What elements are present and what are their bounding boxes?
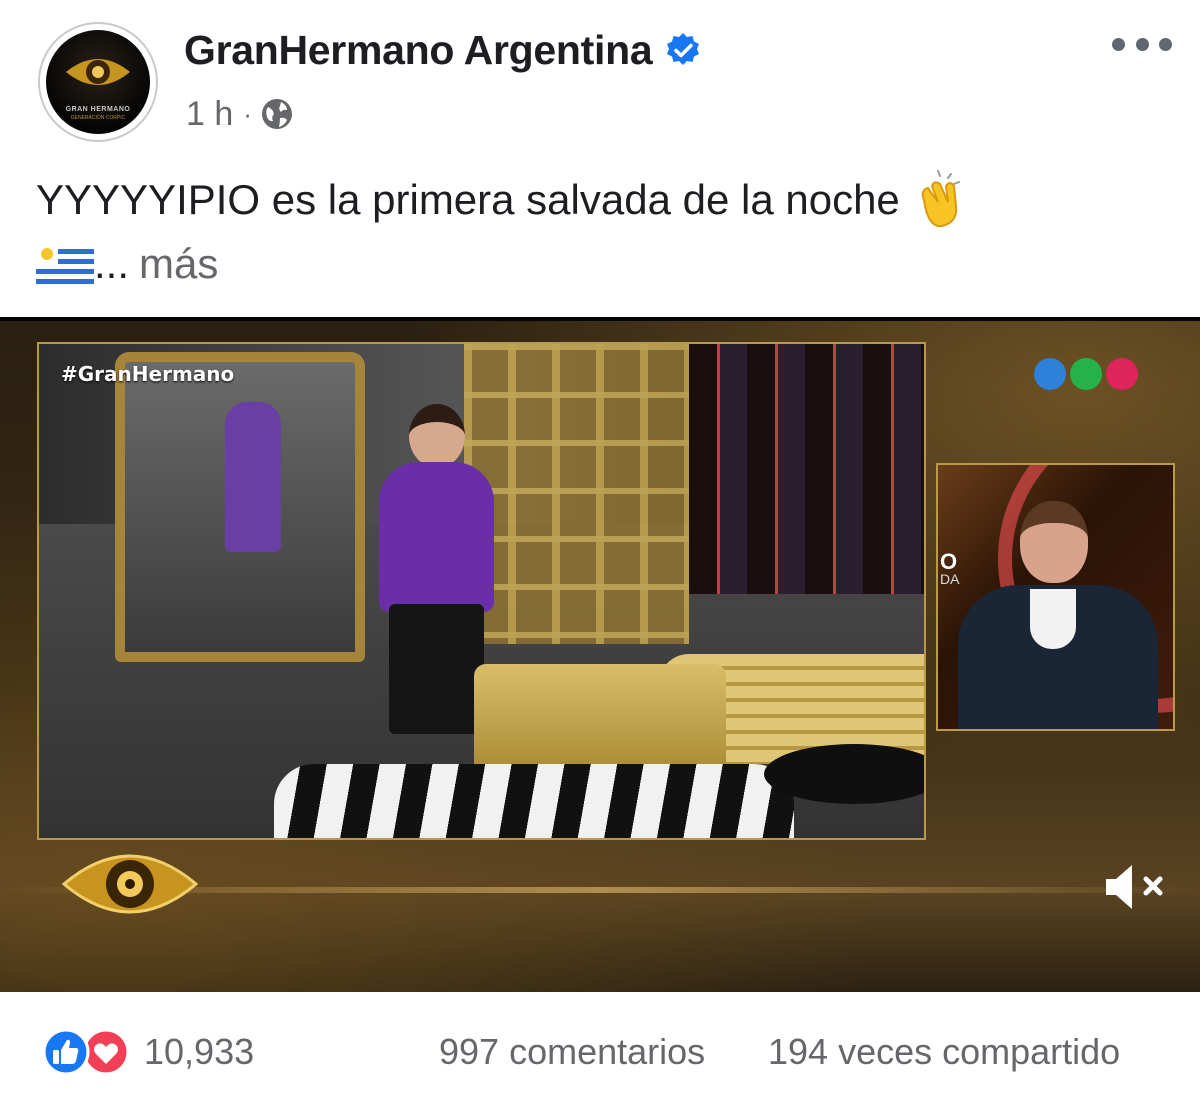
verified-badge-icon [667,33,700,65]
avatar-caption: GRAN HERMANO [65,106,131,113]
reactions-summary[interactable]: 10,933 [42,1028,254,1076]
post-text-line1: YYYYYIPIO es la primera salvada de la no… [36,176,900,223]
clapping-hands-icon [921,170,960,228]
comments-count[interactable]: 997 comentarios [439,1028,705,1076]
main-camera-frame: #GranHermano [37,342,926,840]
post-meta: 1 h · [186,92,294,136]
post-text: YYYYYIPIO es la primera salvada de la no… [36,168,1166,296]
more-dot [1135,37,1149,51]
contestant-legs [389,604,484,734]
host-shirt [1030,589,1076,649]
scene-rug [274,764,794,838]
eye-logo-icon [66,59,130,85]
like-reaction-icon [42,1028,90,1076]
post-time[interactable]: 1 h [186,95,233,134]
side-caption-2: DA [940,571,960,587]
mirror-reflection [225,402,281,552]
see-more-link[interactable]: más [139,240,218,287]
post-header: GRAN HERMANO GENERACIÓN CORPIC GranHerma… [0,0,1200,150]
shares-count[interactable]: 194 veces compartido [768,1028,1120,1076]
telefe-logo-icon [1034,358,1138,390]
uruguay-flag-icon [36,244,94,286]
ellipsis: ... [94,240,130,287]
avatar-subcaption: GENERACIÓN CORPIC [70,115,126,121]
scene-mirror [115,352,365,662]
more-options-icon[interactable] [1112,30,1172,58]
meta-separator: · [243,98,252,129]
host-camera-frame: O DA [936,463,1175,731]
gran-hermano-eye-icon [61,854,199,914]
more-dot [1159,37,1172,51]
page-name-row: GranHermano Argentina [184,24,702,76]
contestant-head [409,404,465,468]
muted-speaker-icon[interactable] [1104,861,1168,913]
contestant-body [379,462,494,612]
post-footer: 10,933 997 comentarios 194 veces compart… [0,992,1200,1105]
video-player[interactable]: #GranHermano O DA [0,317,1200,992]
host-head [1020,501,1088,583]
page-avatar[interactable]: GRAN HERMANO GENERACIÓN CORPIC [38,22,158,142]
hashtag-overlay: #GranHermano [61,362,235,386]
reaction-count: 10,933 [144,1031,255,1072]
page-name-link[interactable]: GranHermano Argentina [184,27,653,74]
globe-icon [261,99,292,129]
more-dot [1112,37,1125,51]
gran-hermano-logo: GRAN HERMANO GENERACIÓN CORPIC [46,30,150,134]
scene-gold-screen [464,344,689,644]
scene-red-panels [689,344,924,594]
